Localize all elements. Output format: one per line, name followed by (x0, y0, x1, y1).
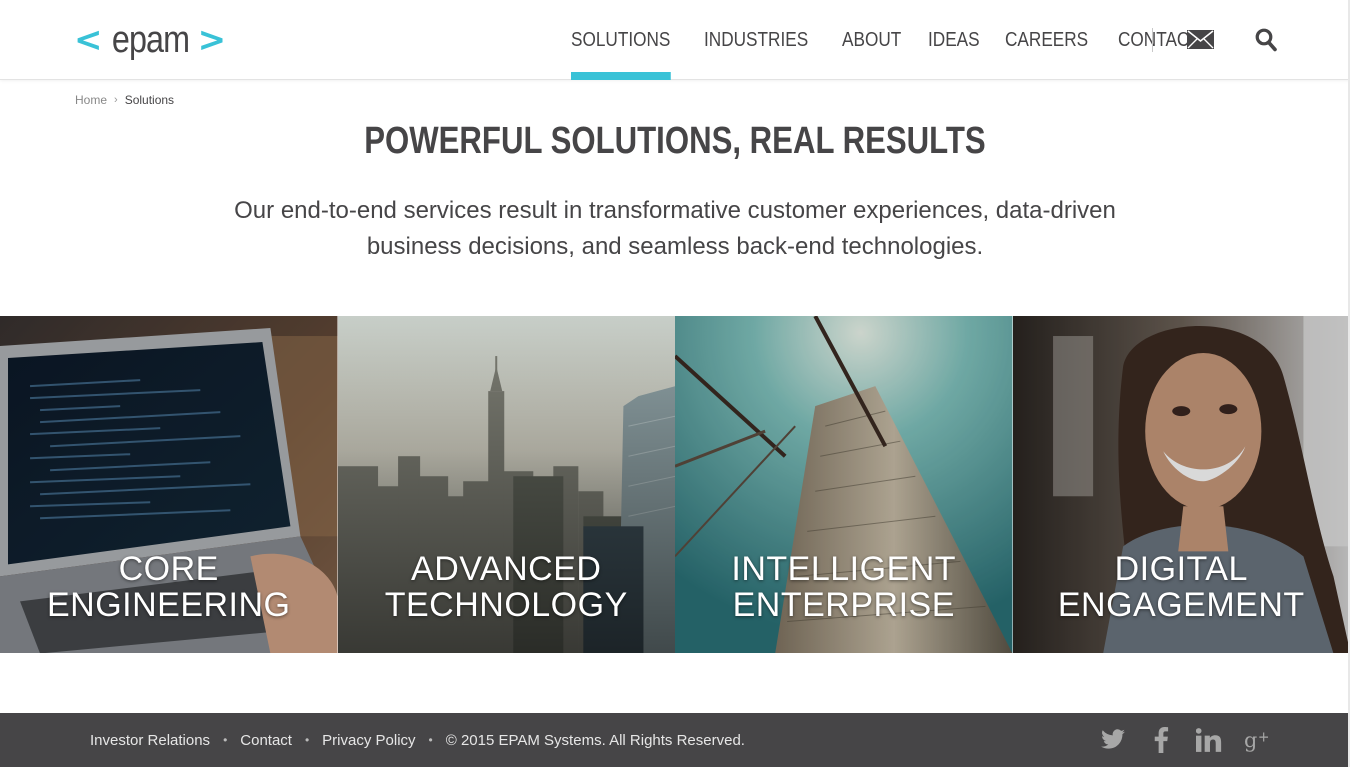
tile-label: DIGITAL ENGAGEMENT (1013, 551, 1350, 623)
tile-label-line1: CORE (118, 550, 219, 588)
site-header: < epam > SOLUTIONS INDUSTRIES ABOUT IDEA… (0, 0, 1350, 80)
footer-separator: • (428, 733, 433, 747)
footer-links: Investor Relations • Contact • Privacy P… (90, 713, 745, 767)
twitter-icon[interactable] (1100, 727, 1126, 753)
mail-icon[interactable] (1187, 30, 1214, 49)
linkedin-icon[interactable] (1196, 727, 1222, 753)
svg-text:+: + (1258, 730, 1270, 746)
epam-logo[interactable]: < epam > (74, 18, 226, 62)
tile-label: CORE ENGINEERING (0, 551, 338, 623)
main-nav: SOLUTIONS INDUSTRIES ABOUT IDEAS CAREERS… (571, 0, 1214, 80)
footer-separator: • (223, 733, 228, 747)
nav-careers[interactable]: CAREERS (1005, 0, 1088, 80)
tile-core-engineering[interactable]: CORE ENGINEERING (0, 316, 338, 653)
tile-label-line2: ENTERPRISE (732, 586, 955, 624)
tile-digital-engagement[interactable]: DIGITAL ENGAGEMENT (1012, 316, 1350, 653)
breadcrumb-current: Solutions (124, 93, 175, 107)
nav-divider (1152, 28, 1153, 52)
tile-label-line2: ENGAGEMENT (1057, 586, 1305, 624)
breadcrumb: Home › Solutions (75, 93, 174, 107)
google-plus-icon[interactable]: g + (1244, 727, 1270, 753)
logo-right-bracket: > (197, 20, 227, 60)
nav-ideas[interactable]: IDEAS (928, 0, 980, 80)
nav-industries[interactable]: INDUSTRIES (704, 0, 808, 80)
tile-intelligent-enterprise[interactable]: INTELLIGENT ENTERPRISE (675, 316, 1013, 653)
tile-label: ADVANCED TECHNOLOGY (338, 551, 676, 623)
nav-solutions[interactable]: SOLUTIONS (571, 0, 670, 80)
logo-left-bracket: < (74, 20, 103, 60)
footer-copyright: © 2015 EPAM Systems. All Rights Reserved… (445, 731, 745, 749)
search-icon[interactable] (1255, 28, 1277, 52)
page-title: POWERFUL SOLUTIONS, REAL RESULTS (0, 120, 1350, 163)
footer-link-privacy-policy[interactable]: Privacy Policy (322, 732, 415, 749)
breadcrumb-home[interactable]: Home (75, 93, 107, 107)
site-footer: Investor Relations • Contact • Privacy P… (0, 713, 1350, 767)
tile-label-line2: ENGINEERING (46, 586, 291, 624)
social-links: g + (1100, 713, 1270, 767)
footer-separator: • (304, 733, 310, 747)
solutions-tiles: CORE ENGINEERING ADVANCED TECHNOLOGY INT… (0, 316, 1350, 653)
tile-label: INTELLIGENT ENTERPRISE (675, 551, 1013, 623)
footer-link-investor-relations[interactable]: Investor Relations (90, 732, 210, 749)
facebook-icon[interactable] (1148, 727, 1174, 753)
tile-label-line1: ADVANCED (411, 550, 602, 588)
footer-link-contact[interactable]: Contact (240, 732, 292, 749)
logo-text: epam (111, 19, 189, 61)
tile-advanced-technology[interactable]: ADVANCED TECHNOLOGY (337, 316, 676, 653)
svg-text:g: g (1244, 728, 1257, 752)
nav-about[interactable]: ABOUT (842, 0, 901, 80)
chevron-right-icon: › (114, 94, 118, 106)
tile-label-line1: DIGITAL (1114, 550, 1248, 588)
intro-text: Our end-to-end services result in transf… (234, 197, 1116, 260)
page-title-text: POWERFUL SOLUTIONS, REAL RESULTS (364, 120, 986, 162)
tile-label-line2: TECHNOLOGY (384, 586, 628, 624)
tile-label-line1: INTELLIGENT (731, 550, 957, 588)
